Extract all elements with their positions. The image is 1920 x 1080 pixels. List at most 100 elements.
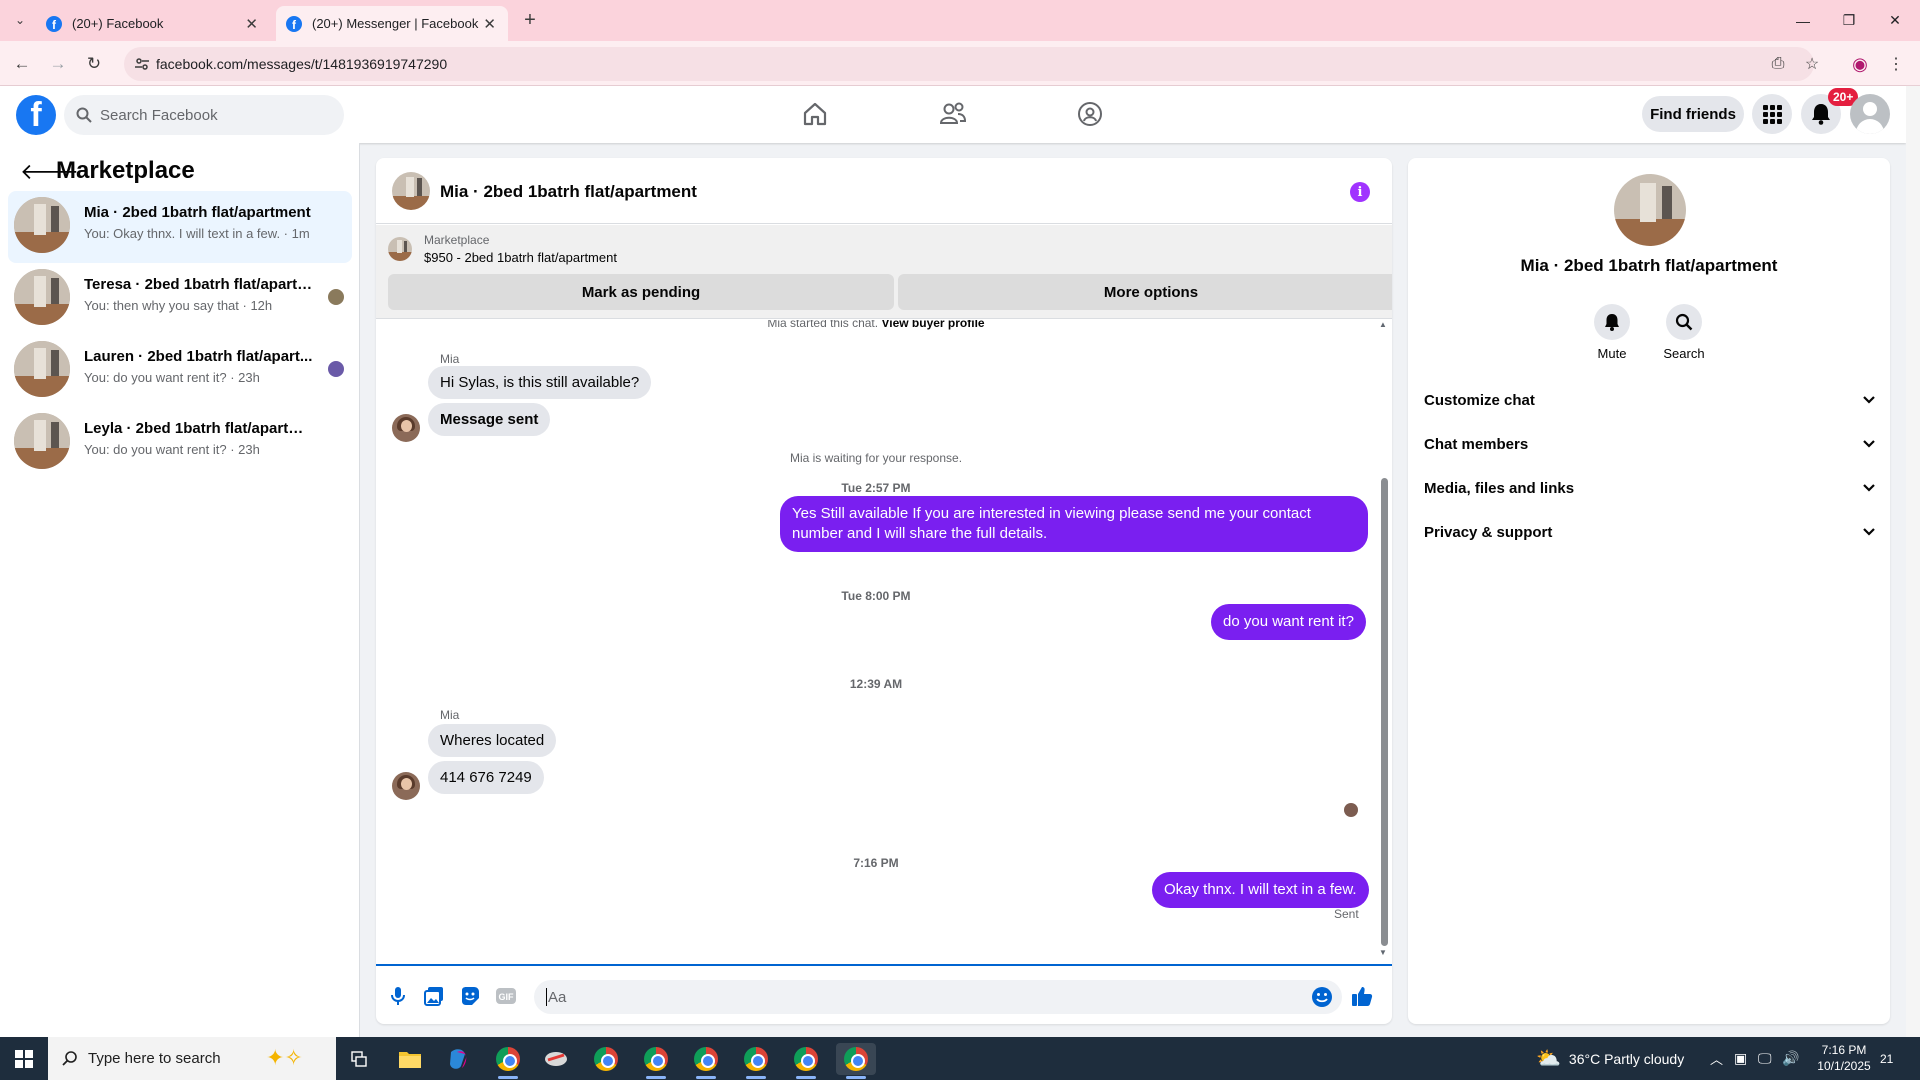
incoming-message[interactable]: Hi Sylas, is this still available? xyxy=(428,366,652,399)
notification-center-icon[interactable]: 21 xyxy=(1880,1037,1893,1080)
conversation-item[interactable]: Leyla · 2bed 1batrh flat/apartment You: … xyxy=(8,407,352,479)
chrome-icon[interactable] xyxy=(586,1043,626,1075)
panel-title: Marketplace xyxy=(56,157,195,184)
chat-avatar[interactable] xyxy=(392,172,430,210)
reload-icon[interactable]: ↻ xyxy=(80,50,108,78)
forward-icon[interactable]: → xyxy=(44,50,72,78)
listing-thumbnail xyxy=(14,413,70,469)
conversation-item[interactable]: Mia · 2bed 1batrh flat/apartment You: Ok… xyxy=(8,191,352,263)
incoming-message[interactable]: 414 676 7249 xyxy=(428,761,544,794)
network-icon[interactable]: 🖵 xyxy=(1758,1037,1772,1080)
listing-thumbnail xyxy=(14,269,70,325)
chrome-profile-icon[interactable] xyxy=(686,1043,726,1079)
chrome-profile-m-icon[interactable] xyxy=(488,1043,528,1079)
weather-widget[interactable]: ⛅ 36°C Partly cloudy xyxy=(1536,1037,1684,1080)
browser-menu-icon[interactable]: ⋮ xyxy=(1882,50,1910,78)
close-tab-icon[interactable]: ✕ xyxy=(483,15,496,33)
tab-facebook[interactable]: f (20+) Facebook ✕ xyxy=(36,6,270,41)
url-text: facebook.com/messages/t/1481936919747290 xyxy=(156,56,448,72)
message-input[interactable]: Aa xyxy=(534,980,1342,1014)
scroll-down-icon[interactable]: ▼ xyxy=(1379,948,1387,957)
marketplace-listing-bar: Marketplace $950 - 2bed 1batrh flat/apar… xyxy=(376,225,1392,319)
emoji-icon[interactable] xyxy=(1310,985,1334,1009)
profile-icon[interactable]: ◉ xyxy=(1846,50,1874,78)
app-icon[interactable] xyxy=(536,1043,576,1075)
scrollbar-thumb[interactable] xyxy=(1381,478,1388,946)
friends-icon[interactable] xyxy=(933,96,973,132)
mark-as-pending-button[interactable]: Mark as pending xyxy=(388,274,894,310)
chat-panel: Mia · 2bed 1batrh flat/apartment i Marke… xyxy=(376,158,1392,1024)
chrome-active-window-icon[interactable] xyxy=(836,1043,876,1079)
listing-avatar[interactable] xyxy=(1614,174,1686,246)
page-scrollbar[interactable] xyxy=(1906,86,1920,1037)
incoming-message[interactable]: Message sent xyxy=(428,403,551,436)
conversation-info-panel: Mia · 2bed 1batrh flat/apartment Mute Se… xyxy=(1408,158,1890,1024)
row-label: Media, files and links xyxy=(1424,479,1575,497)
privacy-support-row[interactable]: Privacy & support xyxy=(1424,518,1876,546)
copilot-icon[interactable] xyxy=(438,1043,478,1075)
file-explorer-icon[interactable] xyxy=(390,1043,430,1075)
conversation-info-icon[interactable]: i xyxy=(1350,182,1370,202)
facebook-search-input[interactable]: Search Facebook xyxy=(64,95,344,135)
sender-avatar[interactable] xyxy=(392,772,420,800)
scroll-up-icon[interactable]: ▲ xyxy=(1379,320,1387,329)
restore-icon[interactable]: ❐ xyxy=(1826,0,1872,41)
conversation-item[interactable]: Teresa · 2bed 1batrh flat/apartm... You:… xyxy=(8,263,352,335)
meet-now-icon[interactable]: ▣ xyxy=(1734,1037,1747,1080)
bookmark-star-icon[interactable]: ☆ xyxy=(1798,50,1826,78)
back-icon[interactable]: ← xyxy=(8,50,36,78)
sender-avatar[interactable] xyxy=(392,414,420,442)
windows-start-icon[interactable] xyxy=(0,1037,48,1080)
find-friends-button[interactable]: Find friends xyxy=(1642,96,1744,132)
like-thumbs-up-icon[interactable] xyxy=(1350,984,1374,1008)
message-thread[interactable]: Mia started this chat. View buyer profil… xyxy=(376,320,1376,950)
incoming-message[interactable]: Wheres located xyxy=(428,724,557,757)
customize-chat-row[interactable]: Customize chat xyxy=(1424,386,1876,414)
svg-text:GIF: GIF xyxy=(499,992,515,1002)
taskbar-search-placeholder: Type here to search xyxy=(88,1050,221,1067)
facebook-logo-icon[interactable]: f xyxy=(16,95,56,135)
photo-icon[interactable] xyxy=(422,984,446,1008)
url-field[interactable]: facebook.com/messages/t/1481936919747290 xyxy=(124,47,1814,81)
chevron-down-icon xyxy=(1863,440,1875,448)
new-tab-icon[interactable]: + xyxy=(516,6,544,34)
media-files-links-row[interactable]: Media, files and links xyxy=(1424,474,1876,502)
search-in-conversation-button[interactable]: Search xyxy=(1654,304,1714,361)
account-avatar[interactable] xyxy=(1850,94,1890,134)
volume-icon[interactable]: 🔊 xyxy=(1782,1037,1799,1080)
view-buyer-profile-link[interactable]: View buyer profile xyxy=(881,320,984,330)
chrome-profile-icon[interactable] xyxy=(636,1043,676,1079)
outgoing-message[interactable]: Yes Still available If you are intereste… xyxy=(780,496,1368,552)
listing-price-title[interactable]: $950 - 2bed 1batrh flat/apartment xyxy=(424,250,617,265)
microphone-icon[interactable] xyxy=(386,984,410,1008)
chat-members-row[interactable]: Chat members xyxy=(1424,430,1876,458)
tab-messenger[interactable]: f (20+) Messenger | Facebook ✕ xyxy=(276,6,508,41)
sticker-icon[interactable] xyxy=(458,984,482,1008)
sender-name: Mia xyxy=(440,708,460,722)
thread-scrollbar[interactable]: ▲ ▼ xyxy=(1379,320,1389,960)
close-window-icon[interactable]: ✕ xyxy=(1872,0,1918,41)
groups-icon[interactable] xyxy=(1070,96,1110,132)
site-settings-icon[interactable] xyxy=(134,56,150,72)
outgoing-message[interactable]: do you want rent it? xyxy=(1211,604,1366,640)
tab-search-dropdown-icon[interactable]: ⌄ xyxy=(6,6,34,34)
taskbar-search-input[interactable]: Type here to search ✦✧ xyxy=(48,1037,336,1080)
chrome-profile-icon[interactable] xyxy=(736,1043,776,1079)
more-options-button[interactable]: More options xyxy=(898,274,1392,310)
menu-grid-icon[interactable] xyxy=(1752,94,1792,134)
conversation-snippet: You: do you want rent it? · 23h xyxy=(84,442,260,457)
clock[interactable]: 7:16 PM 10/1/2025 xyxy=(1802,1042,1886,1074)
gif-icon[interactable]: GIF xyxy=(494,984,518,1008)
install-app-icon[interactable]: ⎙ xyxy=(1764,50,1792,78)
chat-title[interactable]: Mia · 2bed 1batrh flat/apartment xyxy=(440,182,697,202)
browser-tabbar: ⌄ f (20+) Facebook ✕ f (20+) Messenger |… xyxy=(0,0,1920,41)
outgoing-message[interactable]: Okay thnx. I will text in a few. xyxy=(1152,872,1369,908)
show-hidden-icons-icon[interactable]: ︿ xyxy=(1710,1037,1723,1080)
close-tab-icon[interactable]: ✕ xyxy=(245,15,258,33)
task-view-icon[interactable] xyxy=(340,1043,380,1075)
conversation-item[interactable]: Lauren · 2bed 1batrh flat/apart... You: … xyxy=(8,335,352,407)
home-icon[interactable] xyxy=(795,96,835,132)
chrome-profile-icon[interactable] xyxy=(786,1043,826,1079)
mute-button[interactable]: Mute xyxy=(1582,304,1642,361)
minimize-icon[interactable]: — xyxy=(1780,0,1826,41)
